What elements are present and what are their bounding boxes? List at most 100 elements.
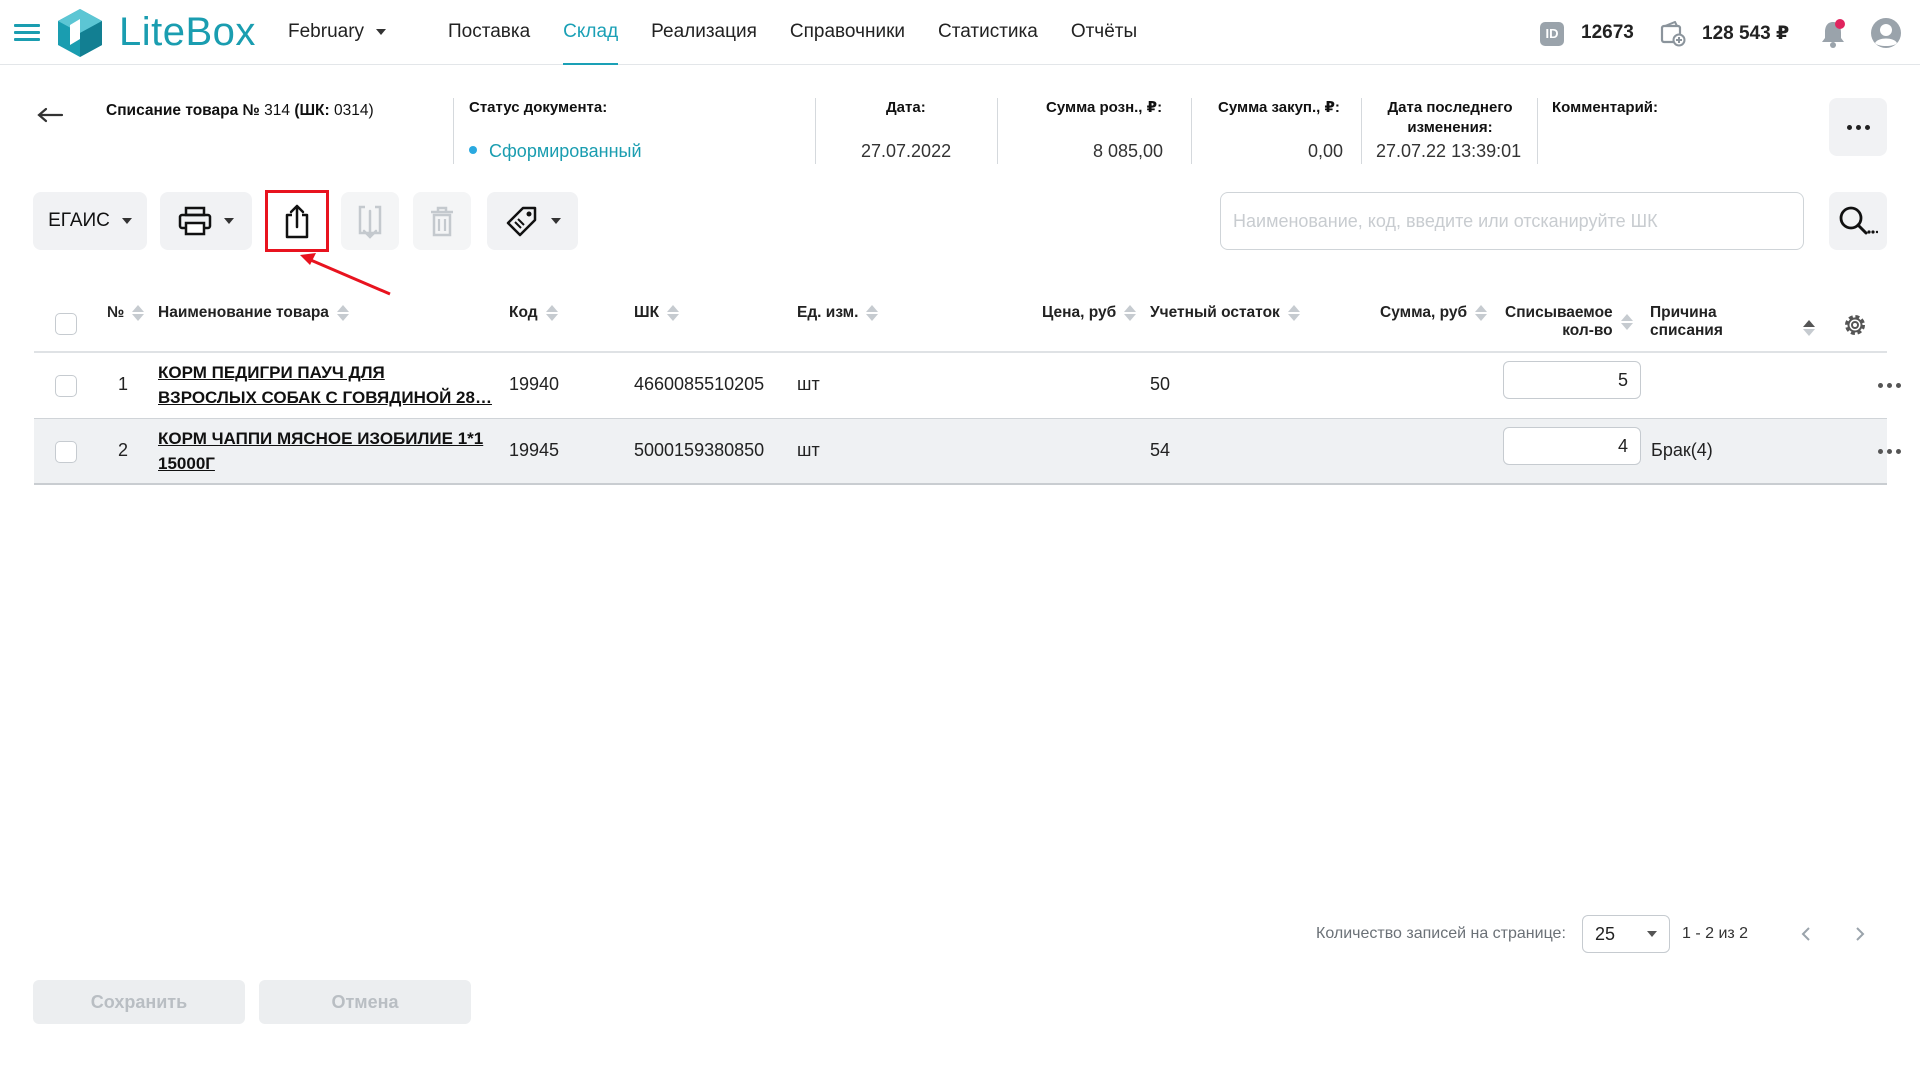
column-header-sum-label: Сумма, руб: [1380, 304, 1468, 321]
chevron-down-icon: [1647, 931, 1657, 937]
bell-icon[interactable]: [1819, 18, 1847, 48]
row-number: 1: [118, 374, 129, 394]
date-label: Дата:: [886, 99, 926, 116]
column-header-sum[interactable]: Сумма, руб: [1380, 304, 1488, 322]
retail-sum-value: 8 085,00: [1093, 141, 1164, 161]
purchase-sum-value: 0,00: [1308, 141, 1344, 161]
highlight-frame: [265, 190, 329, 252]
more-options-button[interactable]: [1829, 98, 1887, 156]
search-icon: [1839, 206, 1878, 235]
search-input[interactable]: [1220, 192, 1804, 250]
sort-icon: [336, 305, 349, 321]
retail-sum-label: Сумма розн., ₽:: [1046, 99, 1163, 116]
column-header-name[interactable]: Наименование товара: [158, 304, 349, 322]
nav-item-supply[interactable]: Поставка: [448, 0, 530, 65]
main-nav: Поставка Склад Реализация Справочники Ст…: [448, 0, 1170, 65]
divider: [815, 98, 816, 164]
last-change-label-line2: изменения:: [1407, 119, 1493, 136]
select-all-checkbox[interactable]: [55, 313, 77, 335]
pagination-range: 1 - 2 из 2: [1682, 925, 1749, 942]
per-page-select[interactable]: 25: [1582, 915, 1670, 953]
column-header-unit[interactable]: Ед. изм.: [797, 304, 879, 322]
egais-dropdown-button[interactable]: ЕГАИС: [33, 192, 147, 250]
wallet-icon[interactable]: [1660, 21, 1686, 47]
divider: [1537, 98, 1538, 164]
writeoff-quantity-input[interactable]: [1503, 361, 1641, 399]
user-avatar-icon[interactable]: [1870, 17, 1902, 49]
column-header-quantity-label: Списываемое кол-во: [1505, 304, 1613, 340]
table-row[interactable]: 1 КОРМ ПЕДИГРИ ПАУЧ ДЛЯ ВЗРОСЛЫХ СОБАК С…: [34, 353, 1901, 419]
date-value: 27.07.2022: [861, 141, 952, 161]
column-header-stock[interactable]: Учетный остаток: [1150, 304, 1300, 322]
writeoff-quantity-input[interactable]: [1503, 427, 1641, 465]
product-name-link[interactable]: КОРМ ПЕДИГРИ ПАУЧ ДЛЯ ВЗРОСЛЫХ СОБАК С Г…: [158, 360, 498, 410]
import-button[interactable]: [341, 192, 399, 250]
product-name-line1: КОРМ ПЕДИГРИ ПАУЧ ДЛЯ: [158, 363, 385, 382]
product-barcode: 4660085510205: [634, 374, 765, 394]
writeoff-reason[interactable]: Брак(4): [1651, 440, 1713, 461]
row-checkbox[interactable]: [55, 375, 77, 397]
column-header-reason-line1: Причина: [1650, 304, 1717, 321]
product-name-link[interactable]: КОРМ ЧАППИ МЯСНОЕ ИЗОБИЛИЕ 1*1 15000Г: [158, 426, 518, 476]
chevron-down-icon: [376, 29, 387, 35]
column-header-number[interactable]: №: [107, 304, 145, 322]
cancel-button[interactable]: Отмена: [259, 980, 471, 1024]
delete-button[interactable]: [413, 192, 471, 250]
column-header-unit-label: Ед. изм.: [797, 304, 859, 321]
column-header-price[interactable]: Цена, руб: [1042, 304, 1137, 322]
column-header-reason[interactable]: Причина списания: [1650, 304, 1723, 340]
product-stock: 54: [1150, 440, 1171, 460]
product-code: 19940: [509, 374, 560, 394]
price-tag-dropdown-button[interactable]: [487, 192, 578, 250]
divider: [1191, 98, 1192, 164]
per-page-label: Количество записей на странице:: [1316, 925, 1566, 942]
trash-icon: [431, 206, 453, 237]
last-change-label-line1: Дата последнего: [1387, 99, 1513, 116]
column-header-stock-label: Учетный остаток: [1150, 304, 1280, 321]
document-title-prefix: Списание товара №: [106, 102, 260, 119]
product-barcode: 5000159380850: [634, 440, 765, 460]
nav-item-directories[interactable]: Справочники: [790, 0, 905, 65]
id-icon: ID: [1540, 22, 1564, 46]
nav-item-warehouse[interactable]: Склад: [563, 0, 619, 65]
document-number: 314: [264, 102, 290, 119]
sort-icon: [1620, 314, 1633, 330]
status-text: Сформированный: [489, 141, 642, 161]
product-name-line2: 15000Г: [158, 454, 215, 473]
sort-icon: [1124, 305, 1137, 321]
back-arrow-icon[interactable]: [36, 104, 64, 126]
top-navigation-bar: LiteBox February Поставка Склад Реализац…: [0, 0, 1920, 65]
comment-label: Комментарий:: [1552, 99, 1659, 116]
nav-item-reports[interactable]: Отчёты: [1071, 0, 1137, 65]
sort-icon: [667, 305, 680, 321]
product-unit: шт: [797, 374, 820, 394]
annotation-arrow-icon: [300, 253, 391, 296]
chevron-down-icon: [550, 218, 561, 224]
column-header-barcode[interactable]: ШК: [634, 304, 680, 322]
reason-sort-control[interactable]: [1803, 314, 1815, 336]
column-header-quantity[interactable]: Списываемое кол-во: [1505, 304, 1633, 340]
column-header-number-label: №: [107, 304, 125, 321]
row-number: 2: [118, 440, 129, 460]
previous-page-icon[interactable]: [1798, 925, 1814, 943]
menu-icon[interactable]: [14, 24, 40, 42]
month-label: February: [288, 21, 365, 42]
scan-search-button[interactable]: [1829, 192, 1887, 250]
nav-item-statistics[interactable]: Статистика: [938, 0, 1038, 65]
column-header-quantity-line2: кол-во: [1562, 322, 1613, 339]
row-more-icon[interactable]: [1878, 449, 1902, 459]
litebox-logo[interactable]: [54, 7, 106, 59]
sort-icon: [1287, 305, 1300, 321]
printer-icon: [178, 206, 212, 236]
table-row[interactable]: 2 КОРМ ЧАППИ МЯСНОЕ ИЗОБИЛИЕ 1*1 15000Г …: [34, 419, 1901, 485]
print-dropdown-button[interactable]: [160, 192, 252, 250]
month-selector[interactable]: February: [288, 21, 387, 43]
nav-item-sales[interactable]: Реализация: [651, 0, 757, 65]
next-page-icon[interactable]: [1852, 925, 1868, 943]
save-button[interactable]: Сохранить: [33, 980, 245, 1024]
per-page-value: 25: [1595, 923, 1616, 944]
column-header-code[interactable]: Код: [509, 304, 558, 322]
row-checkbox[interactable]: [55, 441, 77, 463]
gear-icon[interactable]: [1842, 312, 1868, 338]
row-more-icon[interactable]: [1878, 383, 1902, 393]
